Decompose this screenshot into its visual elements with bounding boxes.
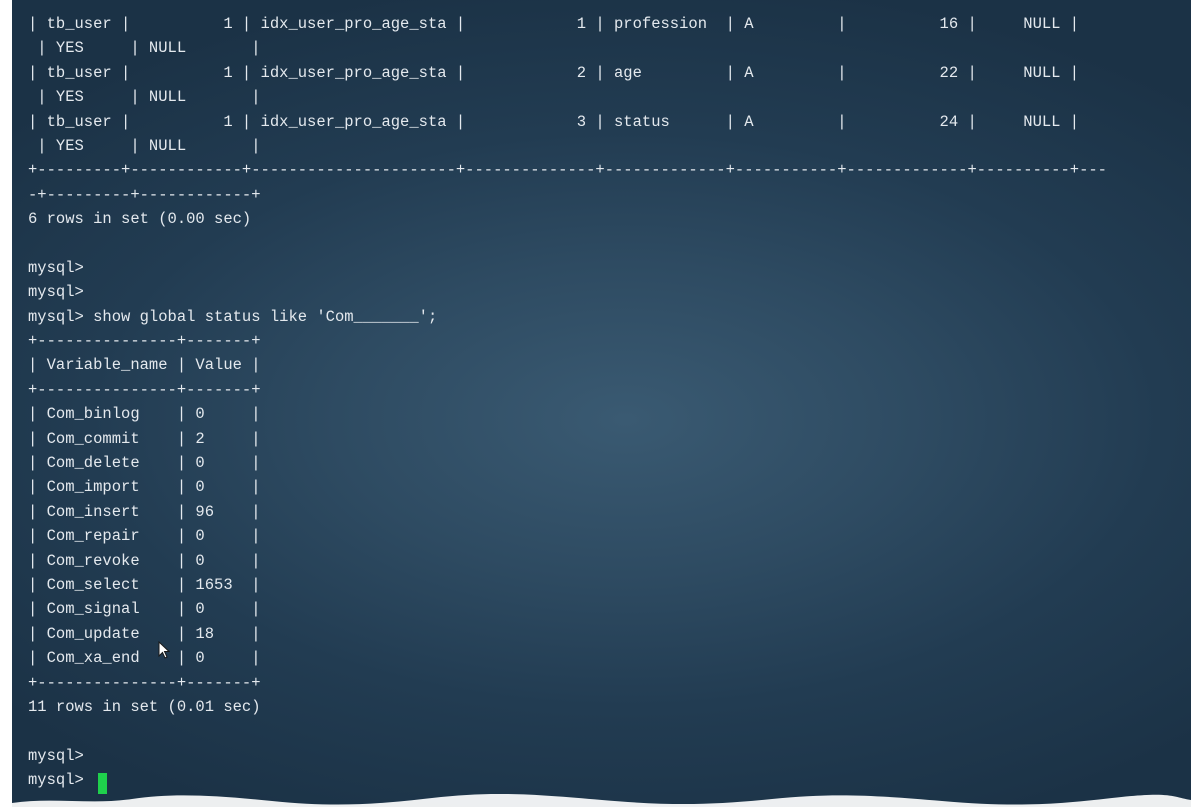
table-row: | Com_commit | 2 | <box>28 429 261 448</box>
table-row: | Com_update | 18 | <box>28 624 261 643</box>
table-border-line: +---------------+-------+ <box>28 380 261 399</box>
table-row: | Com_signal | 0 | <box>28 600 261 619</box>
terminal-window[interactable]: | tb_user | 1 | idx_user_pro_age_sta | 1… <box>12 0 1191 807</box>
table-row: | Com_import | 0 | <box>28 478 261 497</box>
terminal-line: | tb_user | 1 | idx_user_pro_age_sta | 2… <box>28 63 1107 82</box>
sql-command: mysql> show global status like 'Com_____… <box>28 307 438 326</box>
table-row: | Com_xa_end | 0 | <box>28 649 261 668</box>
terminal-output[interactable]: | tb_user | 1 | idx_user_pro_age_sta | 1… <box>28 12 1107 793</box>
terminal-line: | tb_user | 1 | idx_user_pro_age_sta | 3… <box>28 112 1107 131</box>
table-row: | Com_delete | 0 | <box>28 454 261 473</box>
mysql-prompt-active[interactable]: mysql> <box>28 768 1107 792</box>
mysql-prompt: mysql> <box>28 283 84 302</box>
table-border-line: -+---------+------------+ <box>28 185 261 204</box>
table-row: | Com_revoke | 0 | <box>28 551 261 570</box>
terminal-line: | tb_user | 1 | idx_user_pro_age_sta | 1… <box>28 15 1107 33</box>
mysql-prompt: mysql> <box>28 746 84 765</box>
table-row: | Com_select | 1653 | <box>28 575 261 594</box>
mysql-prompt: mysql> <box>28 258 84 277</box>
table-row: | Com_binlog | 0 | <box>28 405 261 424</box>
result-summary: 11 rows in set (0.01 sec) <box>28 697 261 716</box>
terminal-line: | YES | NULL | <box>28 136 261 155</box>
table-border-line: +---------+------------+----------------… <box>28 161 1107 180</box>
terminal-line: | YES | NULL | <box>28 39 261 58</box>
mouse-pointer-icon <box>158 641 170 659</box>
result-summary: 6 rows in set (0.00 sec) <box>28 210 252 229</box>
table-border-line: +---------------+-------+ <box>28 332 261 351</box>
terminal-line: | YES | NULL | <box>28 88 261 107</box>
table-header: | Variable_name | Value | <box>28 356 261 375</box>
table-row: | Com_repair | 0 | <box>28 527 261 546</box>
bottom-wave-decoration <box>12 793 1191 807</box>
table-border-line: +---------------+-------+ <box>28 673 261 692</box>
table-row: | Com_insert | 96 | <box>28 502 261 521</box>
